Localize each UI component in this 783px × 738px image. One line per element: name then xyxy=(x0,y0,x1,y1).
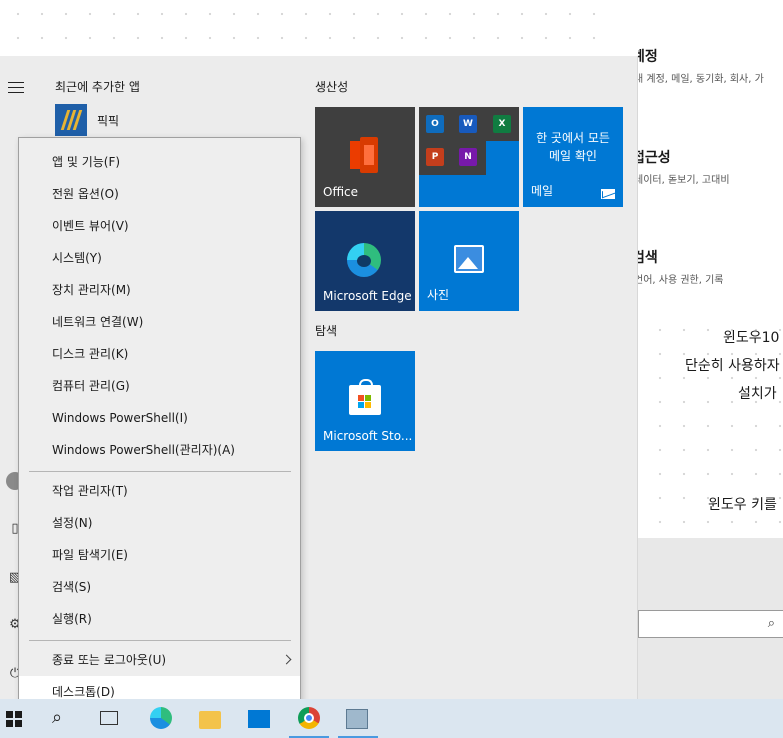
menu-item-device-manager[interactable]: 장치 관리자(M) xyxy=(19,274,300,306)
search-icon: ⌕ xyxy=(767,616,775,631)
winx-context-menu: 앱 및 기능(F) 전원 옵션(O) 이벤트 뷰어(V) 시스템(Y) 장치 관… xyxy=(18,137,301,713)
menu-item-run[interactable]: 실행(R) xyxy=(19,603,300,635)
tile-mail[interactable]: 한 곳에서 모든 메일 확인 메일 xyxy=(523,107,623,207)
menu-separator xyxy=(29,471,291,472)
tile-label: Microsoft Edge xyxy=(323,289,412,303)
mail-taskbar-icon[interactable] xyxy=(248,710,270,728)
category-subtitle: 내 계정, 메일, 동기화, 회사, 가 xyxy=(638,74,764,85)
picpick-taskbar-icon[interactable] xyxy=(346,709,368,729)
tile-label: Microsoft Sto... xyxy=(323,429,413,443)
menu-item-powershell[interactable]: Windows PowerShell(I) xyxy=(19,402,300,434)
hamburger-menu-icon[interactable] xyxy=(8,82,24,93)
explore-header: 탐색 xyxy=(315,324,338,338)
menu-item-search[interactable]: 검색(S) xyxy=(19,571,300,603)
menu-item-shutdown-signout[interactable]: 종료 또는 로그아웃(U) xyxy=(19,644,300,676)
store-bag-icon xyxy=(349,379,381,415)
tile-microsoft-edge[interactable]: Microsoft Edge xyxy=(315,211,415,311)
menu-item-event-viewer[interactable]: 이벤트 뷰어(V) xyxy=(19,210,300,242)
windows-start-icon[interactable] xyxy=(6,711,22,727)
menu-item-apps-features[interactable]: 앱 및 기능(F) xyxy=(19,146,300,178)
task-view-icon[interactable] xyxy=(100,711,118,725)
tile-microsoft-store[interactable]: Microsoft Sto... xyxy=(315,351,415,451)
app-label: 픽픽 xyxy=(97,114,120,128)
category-subtitle: 레이터, 돋보기, 고대비 xyxy=(638,175,730,186)
mail-tile-text: 한 곳에서 모든 메일 확인 xyxy=(536,131,610,163)
tile-office[interactable]: Office xyxy=(315,107,415,207)
tile-label: 사진 xyxy=(427,288,450,302)
tile-label: 메일 xyxy=(531,184,554,198)
photos-icon xyxy=(454,245,484,273)
menu-item-computer-management[interactable]: 컴퓨터 관리(G) xyxy=(19,370,300,402)
menu-separator xyxy=(29,640,291,641)
category-title: 계정 xyxy=(638,49,658,65)
category-subtitle: 언어, 사용 권한, 기록 xyxy=(638,275,724,286)
file-explorer-icon[interactable] xyxy=(199,711,221,729)
info-line: 설치가 xyxy=(738,386,777,402)
category-title: 접근성 xyxy=(638,150,671,166)
search-icon[interactable]: ⌕ xyxy=(52,707,74,729)
powerpoint-icon[interactable]: P xyxy=(426,148,444,166)
picpick-icon xyxy=(55,104,87,136)
productivity-header: 생산성 xyxy=(315,80,349,94)
taskbar: ⌕ xyxy=(0,699,783,738)
outlook-icon[interactable]: O xyxy=(426,115,444,133)
chrome-icon[interactable] xyxy=(298,707,320,729)
menu-item-powershell-admin[interactable]: Windows PowerShell(관리자)(A) xyxy=(19,434,300,466)
settings-window: 계정 내 계정, 메일, 동기화, 회사, 가 접근성 레이터, 돋보기, 고대… xyxy=(638,0,783,700)
office-icon xyxy=(350,137,380,173)
chevron-right-icon xyxy=(281,654,292,665)
menu-item-disk-management[interactable]: 디스크 관리(K) xyxy=(19,338,300,370)
menu-item-settings[interactable]: 설정(N) xyxy=(19,507,300,539)
menu-item-file-explorer[interactable]: 파일 탐색기(E) xyxy=(19,539,300,571)
menu-item-power-options[interactable]: 전원 옵션(O) xyxy=(19,178,300,210)
mail-envelope-icon xyxy=(601,189,615,199)
recent-app-picpick[interactable]: 픽픽 xyxy=(55,104,275,136)
word-icon[interactable]: W xyxy=(459,115,477,133)
info-line: 윈도우 키를 xyxy=(708,497,777,513)
info-line: 윈도우10 xyxy=(723,330,780,346)
category-title: 검색 xyxy=(638,250,658,266)
info-line: 단순히 사용하자 xyxy=(685,358,780,374)
edge-icon xyxy=(347,243,381,277)
tile-label: Office xyxy=(323,185,359,199)
menu-item-task-manager[interactable]: 작업 관리자(T) xyxy=(19,475,300,507)
onenote-icon[interactable]: N xyxy=(459,148,477,166)
tile-photos[interactable]: 사진 xyxy=(419,211,519,311)
settings-search-input[interactable]: ⌕ xyxy=(638,610,783,638)
menu-item-label: 종료 또는 로그아웃(U) xyxy=(52,653,167,667)
menu-item-network-connections[interactable]: 네트워크 연결(W) xyxy=(19,306,300,338)
excel-icon[interactable]: X xyxy=(493,115,511,133)
menu-item-system[interactable]: 시스템(Y) xyxy=(19,242,300,274)
edge-taskbar-icon[interactable] xyxy=(150,707,172,729)
info-panel: 윈도우10 단순히 사용하자 설치가 윈도우 키를 xyxy=(638,312,783,538)
tile-office-apps-group[interactable]: O W X P N xyxy=(419,107,519,207)
recent-header: 최근에 추가한 앱 xyxy=(55,80,140,94)
background-dots xyxy=(0,0,600,56)
